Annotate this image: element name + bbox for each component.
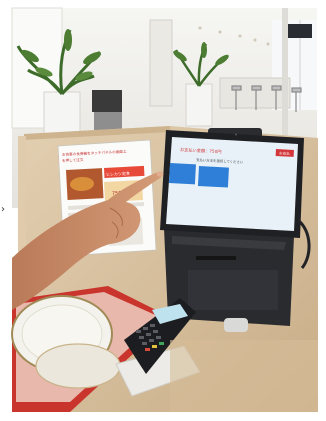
second-plate bbox=[35, 343, 121, 389]
card-slot bbox=[196, 256, 236, 260]
payment-option-button-2[interactable] bbox=[197, 165, 229, 188]
counter-front bbox=[170, 340, 318, 412]
kiosk-base bbox=[224, 318, 248, 332]
screen-corner-button[interactable]: お支払 bbox=[275, 149, 294, 157]
fingertip bbox=[156, 171, 164, 177]
kiosk-tablet: お支払い金額：750円 支払い方法を選択してください お支払 bbox=[160, 130, 304, 238]
payment-option-button-1[interactable] bbox=[168, 163, 196, 185]
back-counter bbox=[219, 77, 291, 109]
microwave-shelf bbox=[92, 90, 122, 112]
tablet-camera bbox=[235, 133, 237, 136]
poster-photo-label: ヒレカツ定食 bbox=[106, 170, 130, 177]
left-arrow-mark: › bbox=[1, 204, 5, 215]
photo-scene: お食事の食券機をタッチパネルの画面上 を押して注文 ヒレカツ定食 750円 お支… bbox=[0, 0, 326, 421]
svg-text:お支払: お支払 bbox=[279, 150, 290, 156]
doorway bbox=[149, 19, 173, 107]
wall-tv bbox=[288, 24, 312, 38]
